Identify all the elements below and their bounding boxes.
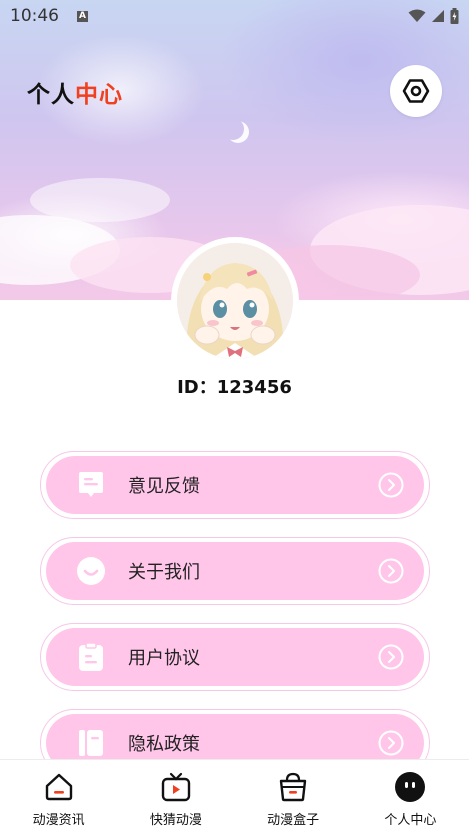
menu-item-label: 意见反馈 (128, 476, 200, 497)
notebook-icon (76, 728, 106, 758)
status-icons (408, 8, 459, 24)
menu-item-label: 用户协议 (128, 648, 200, 669)
chevron-right-circle-icon (378, 730, 404, 756)
avatar-frame (171, 237, 299, 365)
bottom-navigation: 动漫资讯 快猜动漫 动漫盒子 个人中心 (0, 759, 469, 836)
menu-item-feedback[interactable]: 意见反馈 (40, 451, 430, 519)
smile-face-icon (76, 556, 106, 586)
nav-label: 个人中心 (384, 813, 437, 828)
chevron-right-circle-icon (378, 644, 404, 670)
profile-face-icon (394, 771, 426, 803)
clipboard-icon (76, 642, 106, 672)
anime-girl-avatar-image (177, 243, 293, 359)
nav-label: 动漫资讯 (32, 813, 85, 828)
basket-box-icon (277, 771, 309, 803)
nav-item-anime-news[interactable]: 动漫资讯 (0, 760, 117, 836)
wifi-icon (408, 9, 426, 22)
menu-item-fill: 用户协议 (46, 628, 424, 686)
page-title: 个人中心 (27, 75, 123, 109)
menu-item-about[interactable]: 关于我们 (40, 537, 430, 605)
page-title-accent: 中心 (75, 82, 123, 108)
tv-play-icon (160, 771, 192, 803)
feedback-message-icon (76, 470, 106, 500)
nav-item-anime-box[interactable]: 动漫盒子 (235, 760, 352, 836)
user-id: ID：123456 (177, 377, 292, 398)
nav-item-quick-guess[interactable]: 快猜动漫 (117, 760, 234, 836)
nav-item-profile-center[interactable]: 个人中心 (352, 760, 469, 836)
menu-item-fill: 关于我们 (46, 542, 424, 600)
settings-hexagon-icon (402, 79, 430, 103)
status-time: 10:46 (10, 6, 59, 26)
nav-label: 快猜动漫 (149, 813, 202, 828)
avatar[interactable] (177, 243, 293, 359)
battery-icon (450, 8, 459, 24)
page-title-prefix: 个人 (27, 82, 75, 108)
menu-item-fill: 意见反馈 (46, 456, 424, 514)
chevron-right-circle-icon (378, 558, 404, 584)
status-bar: 10:46 A (0, 0, 469, 32)
nav-label: 动漫盒子 (267, 813, 320, 828)
notification-badge: A (77, 10, 88, 22)
menu-item-user-agreement[interactable]: 用户协议 (40, 623, 430, 691)
menu-item-label: 关于我们 (128, 562, 200, 583)
signal-icon (432, 10, 444, 22)
settings-button[interactable] (390, 65, 442, 117)
chevron-right-circle-icon (378, 472, 404, 498)
home-icon (43, 771, 75, 803)
menu-item-label: 隐私政策 (128, 734, 200, 755)
